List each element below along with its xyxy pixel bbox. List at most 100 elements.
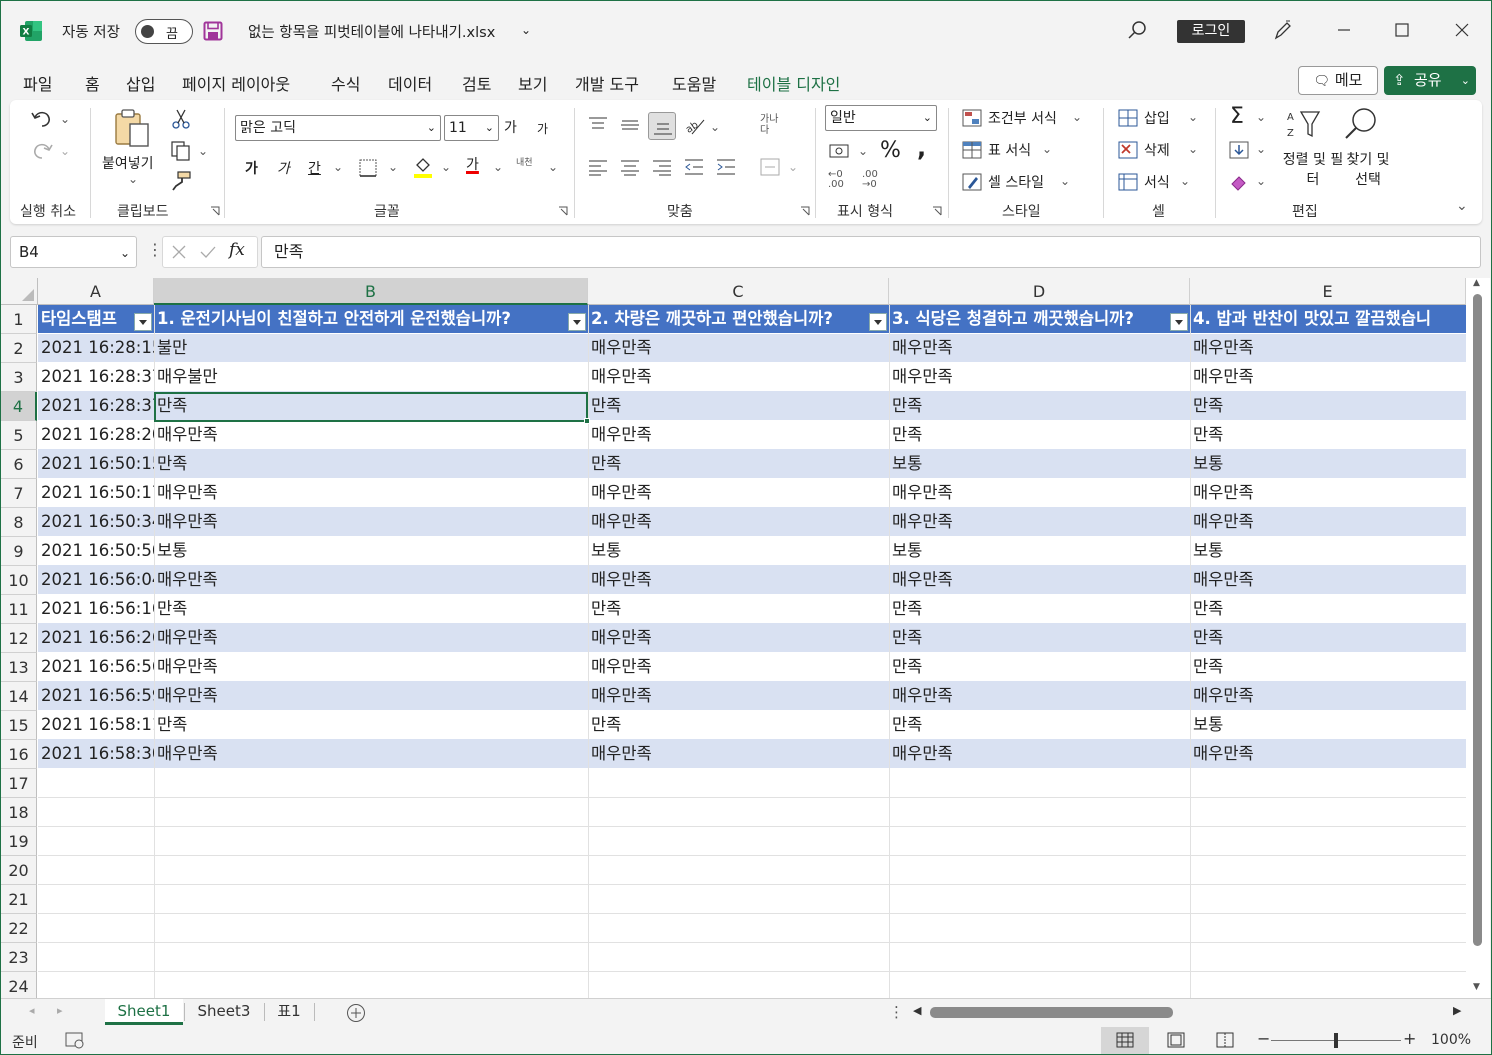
table-cell[interactable]: 매우만족: [154, 479, 588, 508]
tab-formulas[interactable]: 수식: [331, 71, 360, 95]
tab-table-design[interactable]: 테이블 디자인: [747, 71, 840, 95]
table-cell[interactable]: 2021 16:28:20: [38, 421, 154, 450]
table-cell[interactable]: 2021 16:56:56: [38, 653, 154, 682]
row-header[interactable]: 8: [1, 508, 37, 537]
table-cell[interactable]: 매우만족: [588, 682, 889, 711]
align-top-icon[interactable]: [588, 116, 608, 134]
filter-dropdown-icon[interactable]: [568, 313, 586, 331]
header-cell[interactable]: 2. 차량은 깨끗하고 편안했습니까?: [588, 305, 867, 334]
table-cell[interactable]: 만족: [889, 624, 1190, 653]
row-header[interactable]: 9: [1, 537, 37, 566]
orientation-chevron-down-icon[interactable]: ⌄: [710, 120, 720, 134]
zoom-slider-thumb[interactable]: [1334, 1033, 1338, 1048]
delete-cells-icon[interactable]: [1118, 141, 1138, 159]
table-cell[interactable]: 2021 16:56:59: [38, 682, 154, 711]
number-format-select[interactable]: 일반 ⌄: [825, 105, 937, 131]
cell-styles-button[interactable]: 셀 스타일: [988, 172, 1044, 192]
tab-home[interactable]: 홈: [85, 71, 100, 103]
table-cell[interactable]: 만족: [1190, 653, 1466, 682]
table-cell[interactable]: 매우만족: [889, 334, 1190, 363]
filter-dropdown-icon[interactable]: [869, 313, 887, 331]
orientation-icon[interactable]: ab: [682, 114, 706, 136]
font-color-button[interactable]: 가: [466, 154, 479, 174]
format-cells-button[interactable]: 서식: [1144, 172, 1170, 192]
table-cell[interactable]: 매우만족: [889, 682, 1190, 711]
row-header[interactable]: 23: [1, 943, 37, 972]
tab-view[interactable]: 보기: [518, 71, 547, 95]
table-cell[interactable]: 매우만족: [154, 421, 588, 450]
table-cell[interactable]: 보통: [588, 537, 889, 566]
paste-chevron-down-icon[interactable]: ⌄: [128, 172, 138, 186]
search-icon[interactable]: [1127, 19, 1149, 41]
tab-developer[interactable]: 개발 도구: [575, 71, 639, 95]
column-header-b[interactable]: B: [154, 278, 588, 305]
tab-data[interactable]: 데이터: [388, 71, 432, 95]
formula-bar-more-icon[interactable]: ⋮: [147, 240, 163, 259]
table-cell[interactable]: 매우만족: [1190, 682, 1466, 711]
row-header[interactable]: 24: [1, 972, 37, 998]
table-cell[interactable]: 만족: [588, 392, 889, 421]
undo-chevron-down-icon[interactable]: ⌄: [60, 112, 70, 126]
table-cell[interactable]: 매우만족: [154, 566, 588, 595]
phonetic-button[interactable]: 내천: [516, 155, 533, 168]
table-cell[interactable]: 매우만족: [588, 740, 889, 769]
format-cells-icon[interactable]: [1118, 173, 1138, 191]
scroll-down-icon[interactable]: ▼: [1473, 982, 1480, 992]
table-cell[interactable]: 만족: [1190, 624, 1466, 653]
row-header[interactable]: 19: [1, 827, 37, 856]
paste-icon[interactable]: [110, 106, 154, 150]
cell-styles-icon[interactable]: [962, 173, 982, 191]
table-cell[interactable]: 매우만족: [154, 624, 588, 653]
delete-cells-button[interactable]: 삭제: [1144, 140, 1170, 160]
insert-cells-button[interactable]: 삽입: [1144, 108, 1170, 128]
maximize-icon[interactable]: [1391, 19, 1413, 41]
table-cell[interactable]: 보통: [1190, 711, 1466, 740]
filename-chevron-down-icon[interactable]: ⌄: [521, 23, 531, 37]
normal-view-button[interactable]: [1101, 1027, 1149, 1054]
table-cell[interactable]: 매우만족: [889, 740, 1190, 769]
accessibility-icon[interactable]: [65, 1032, 85, 1049]
clear-chevron-down-icon[interactable]: ⌄: [1256, 174, 1266, 188]
hscroll-left-icon[interactable]: ◀: [913, 1004, 921, 1017]
row-header[interactable]: 20: [1, 856, 37, 885]
table-cell[interactable]: 매우만족: [588, 566, 889, 595]
add-sheet-icon[interactable]: [346, 1003, 366, 1023]
row-header[interactable]: 10: [1, 566, 37, 595]
share-chevron-down-icon[interactable]: ⌄: [1461, 66, 1470, 95]
format-as-table-chevron-down-icon[interactable]: ⌄: [1042, 142, 1052, 156]
table-cell[interactable]: 매우만족: [588, 421, 889, 450]
find-select-icon[interactable]: [1343, 106, 1379, 142]
filter-dropdown-icon[interactable]: [134, 313, 152, 331]
align-right-icon[interactable]: [652, 158, 672, 176]
number-launcher-icon[interactable]: [932, 206, 942, 216]
table-cell[interactable]: 2021 16:28:15: [38, 334, 154, 363]
table-cell[interactable]: 2021 16:56:04: [38, 566, 154, 595]
table-cell[interactable]: 만족: [588, 711, 889, 740]
table-cell[interactable]: 매우만족: [1190, 479, 1466, 508]
table-cell[interactable]: 만족: [889, 653, 1190, 682]
vertical-scroll-thumb[interactable]: [1473, 294, 1482, 946]
name-box[interactable]: B4 ⌄: [10, 236, 137, 268]
table-cell[interactable]: 만족: [1190, 392, 1466, 421]
header-cell[interactable]: 3. 식당은 청결하고 깨끗했습니까?: [889, 305, 1168, 334]
conditional-format-icon[interactable]: [962, 109, 982, 127]
filter-dropdown-icon[interactable]: [1170, 313, 1188, 331]
row-header[interactable]: 17: [1, 769, 37, 798]
borders-icon[interactable]: [358, 158, 378, 178]
borders-chevron-down-icon[interactable]: ⌄: [388, 160, 398, 174]
format-as-table-icon[interactable]: [962, 141, 982, 159]
horizontal-scroll-thumb[interactable]: [930, 1007, 1173, 1018]
comments-button[interactable]: 🗨 메모: [1298, 66, 1378, 95]
scroll-sheets-left-icon[interactable]: ◂: [29, 1004, 35, 1017]
increase-indent-icon[interactable]: [716, 158, 736, 176]
tab-page-layout[interactable]: 페이지 레이아웃: [182, 71, 290, 95]
table-cell[interactable]: 만족: [154, 450, 588, 479]
table-cell[interactable]: 2021 16:50:50: [38, 537, 154, 566]
tab-review[interactable]: 검토: [462, 71, 491, 95]
underline-chevron-down-icon[interactable]: ⌄: [333, 160, 343, 174]
fill-handle[interactable]: [584, 418, 590, 424]
align-center-icon[interactable]: [620, 158, 640, 176]
paste-label[interactable]: 붙여넣기: [102, 153, 154, 173]
share-button[interactable]: ⇪ 공유 ⌄: [1384, 66, 1476, 95]
table-cell[interactable]: 매우만족: [588, 334, 889, 363]
